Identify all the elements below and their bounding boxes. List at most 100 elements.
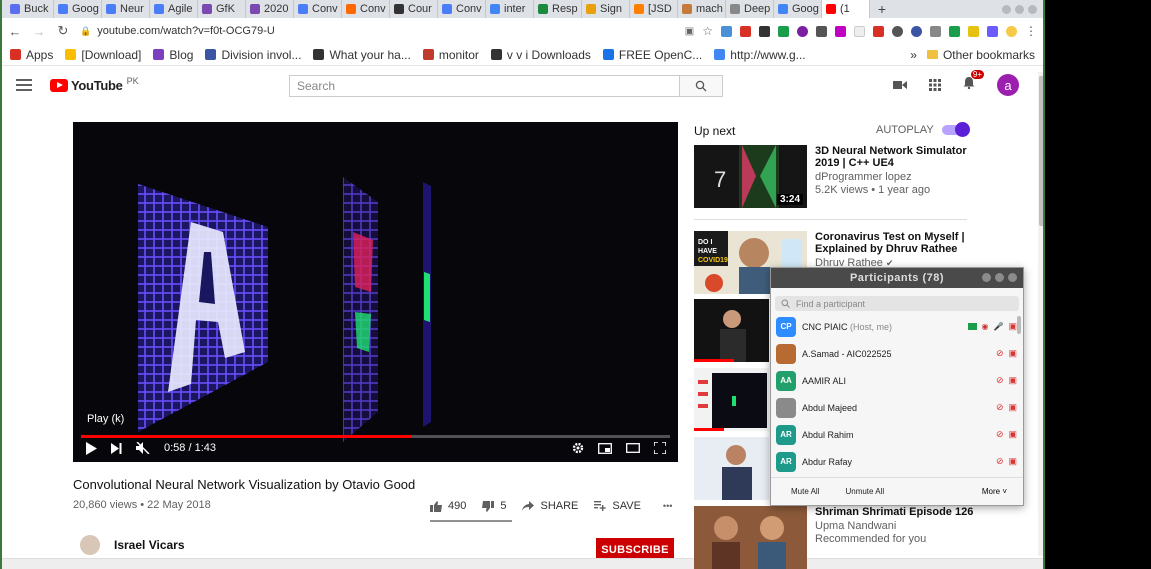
extension-icon[interactable] (873, 25, 884, 37)
recommendation-title[interactable]: 3D Neural Network Simulator 2019 | C++ U… (815, 145, 975, 169)
autoplay-toggle[interactable] (941, 122, 970, 137)
browser-tab[interactable]: Goog (774, 0, 822, 18)
extension-icon[interactable] (759, 25, 770, 37)
extension-icon[interactable] (797, 25, 808, 37)
bookmark-item[interactable]: [Download] (65, 48, 141, 62)
settings-gear-icon[interactable] (572, 442, 584, 454)
close-icon[interactable] (1028, 4, 1037, 14)
share-screen-icon[interactable] (967, 323, 977, 330)
channel-name[interactable]: Israel Vicars (114, 538, 185, 552)
search-button[interactable] (680, 75, 723, 97)
browser-tab[interactable]: [JSD (630, 0, 678, 18)
browser-tab[interactable]: Neur (102, 0, 150, 18)
search-input[interactable]: Search (289, 75, 680, 97)
video-thumbnail[interactable]: 7 3:24 (694, 145, 807, 208)
participant-row[interactable]: CP CNC PIAIC (Host, me) ◉ 🎤 ▣ (771, 313, 1023, 340)
minimize-icon[interactable] (982, 273, 991, 282)
extension-icon[interactable] (816, 25, 827, 37)
extension-icon[interactable] (740, 25, 751, 37)
play-icon[interactable] (85, 441, 97, 455)
close-icon[interactable] (1008, 273, 1017, 282)
browser-tab[interactable]: Conv (438, 0, 486, 18)
hamburger-menu-icon[interactable] (16, 79, 32, 91)
new-tab-button[interactable]: + (870, 1, 894, 17)
browser-tab[interactable]: Buck (6, 0, 54, 18)
microphone-muted-icon[interactable]: ⊘ (996, 348, 1004, 359)
create-video-icon[interactable] (893, 79, 907, 91)
participant-row[interactable]: AR Abdur Rafay ⊘ ▣ (771, 448, 1023, 475)
video-off-icon[interactable]: ▣ (1008, 375, 1017, 386)
browser-tab[interactable]: (1 (822, 0, 870, 18)
extension-icon[interactable] (835, 25, 846, 37)
youtube-logo[interactable]: YouTube PK (50, 76, 139, 93)
notifications-button[interactable]: 9+ (963, 70, 984, 94)
video-thumbnail[interactable] (694, 368, 769, 431)
extension-icon[interactable] (930, 25, 941, 37)
microphone-muted-icon[interactable]: ⊘ (996, 456, 1004, 467)
mute-all-button[interactable]: Mute All (783, 484, 828, 499)
bookmarks-overflow-icon[interactable]: » (910, 48, 917, 62)
cast-icon[interactable]: ▣ (685, 26, 694, 37)
participant-row[interactable]: A.Samad - AIC022525 ⊘ ▣ (771, 340, 1023, 367)
browser-tab[interactable]: GfK (198, 0, 246, 18)
bookmark-item[interactable]: monitor (422, 48, 479, 62)
video-off-icon[interactable]: ▣ (1008, 429, 1017, 440)
microphone-muted-icon[interactable]: ⊘ (996, 402, 1004, 413)
share-button[interactable]: SHARE (522, 500, 578, 512)
bookmark-item[interactable]: Division invol... (205, 48, 301, 62)
microphone-muted-icon[interactable]: ⊘ (996, 429, 1004, 440)
theater-mode-icon[interactable] (626, 443, 640, 453)
reload-icon[interactable]: ↻ (56, 23, 70, 39)
participant-list-scrollbar[interactable] (1017, 316, 1021, 334)
browser-tab[interactable]: inter (486, 0, 534, 18)
video-thumbnail[interactable] (694, 437, 769, 500)
like-button[interactable]: 490 (430, 500, 466, 512)
browser-tab[interactable]: Goog (54, 0, 102, 18)
minimize-icon[interactable] (1002, 4, 1011, 14)
save-button[interactable]: SAVE (594, 500, 641, 512)
forward-icon[interactable]: → (32, 24, 46, 39)
bookmark-item[interactable]: FREE OpenC... (602, 48, 702, 62)
extension-icon[interactable] (778, 25, 789, 37)
extension-icon[interactable] (968, 25, 979, 37)
channel-avatar[interactable] (80, 535, 100, 555)
next-icon[interactable] (111, 442, 122, 454)
participant-row[interactable]: AA AAMIR ALI ⊘ ▣ (771, 367, 1023, 394)
maximize-icon[interactable] (995, 273, 1004, 282)
page-scrollbar-thumb[interactable] (1039, 76, 1043, 226)
other-bookmarks[interactable]: Other bookmarks (926, 48, 1035, 62)
address-bar[interactable]: 🔒 youtube.com/watch?v=f0t-OCG79-U (80, 21, 480, 41)
video-thumbnail[interactable] (694, 299, 769, 362)
browser-tab[interactable]: Cour (390, 0, 438, 18)
star-icon[interactable]: ☆ (702, 24, 713, 38)
page-scrollbar[interactable] (1038, 72, 1043, 556)
muted-volume-icon[interactable] (136, 442, 150, 454)
browser-tab[interactable]: Conv (342, 0, 390, 18)
participants-title-bar[interactable]: Participants (78) (771, 268, 1023, 288)
browser-tab[interactable]: mach (678, 0, 726, 18)
video-off-icon[interactable]: ▣ (1008, 456, 1017, 467)
video-off-icon[interactable]: ▣ (1008, 321, 1017, 332)
video-thumbnail[interactable] (694, 506, 807, 569)
microphone-icon[interactable]: 🎤 (994, 322, 1004, 331)
participant-row[interactable]: Abdul Majeed ⊘ ▣ (771, 394, 1023, 421)
extension-icon[interactable] (949, 25, 960, 37)
recommendation-item[interactable]: 7 3:24 3D Neural Network Simulator 2019 … (694, 145, 994, 208)
miniplayer-icon[interactable] (598, 442, 612, 454)
extension-icon[interactable] (911, 25, 922, 37)
bookmark-item[interactable]: What your ha... (313, 48, 411, 62)
back-icon[interactable]: ← (8, 24, 22, 39)
more-button[interactable]: More ˅ (982, 487, 1007, 496)
unmute-all-button[interactable]: Unmute All (837, 484, 893, 499)
video-off-icon[interactable]: ▣ (1008, 348, 1017, 359)
bookmark-item[interactable]: http://www.g... (714, 48, 806, 62)
microphone-muted-icon[interactable]: ⊘ (996, 375, 1004, 386)
extension-icon[interactable] (987, 25, 998, 37)
extension-icon[interactable] (892, 25, 903, 37)
video-off-icon[interactable]: ▣ (1008, 402, 1017, 413)
bookmark-item[interactable]: Blog (153, 48, 193, 62)
browser-tab[interactable]: Sign (582, 0, 630, 18)
participant-search-input[interactable]: Find a participant (775, 296, 1019, 311)
more-actions-icon[interactable]: ••• (663, 501, 672, 511)
browser-tab[interactable]: Agile (150, 0, 198, 18)
